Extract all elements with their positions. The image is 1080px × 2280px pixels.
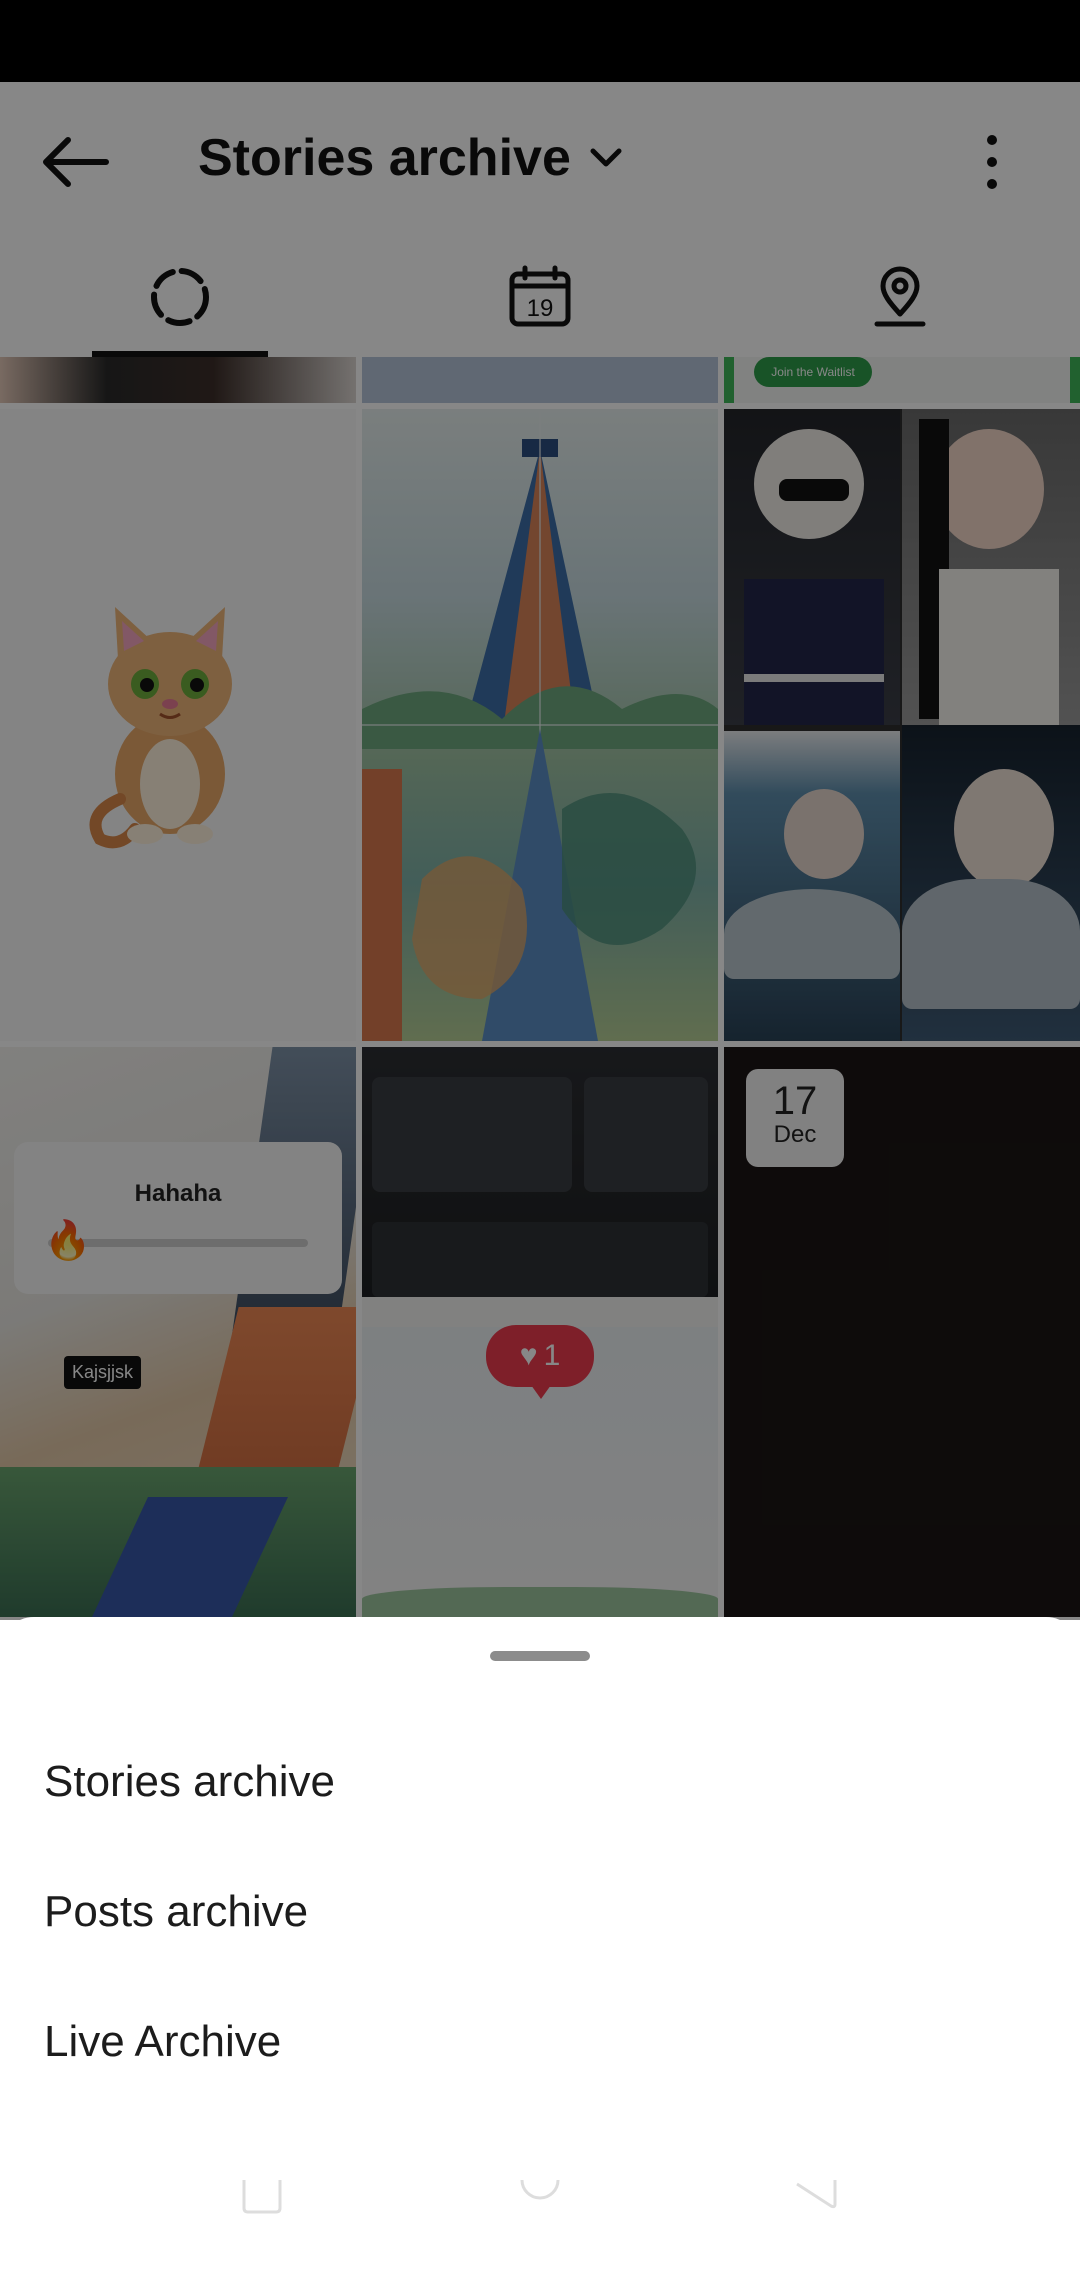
text-tag: Kajsjjsk [64,1356,142,1389]
option-stories-archive[interactable]: Stories archive [44,1757,335,1807]
system-nav-bar [0,2180,1080,2280]
waitlist-pill: Join the Waitlist [754,357,872,387]
story-thumbnail[interactable]: Join the Waitlist [724,357,1080,403]
page-title-dropdown[interactable]: Stories archive [198,128,623,188]
fire-emoji: 🔥 [44,1220,92,1262]
tab-calendar[interactable]: 19 [360,237,720,357]
tab-stories[interactable] [0,237,360,357]
story-thumbnail[interactable]: Hahaha 🔥 Kajsjjsk [0,1047,356,1617]
poll-question: Hahaha [134,1180,222,1207]
status-bar [0,0,1080,82]
story-thumbnail[interactable] [362,357,718,403]
page-title: Stories archive [198,129,571,187]
like-reaction-badge: ♥ 1 [486,1325,594,1399]
heart-icon: ♥ [519,1339,538,1372]
story-thumbnail[interactable]: 17 Dec [724,1047,1080,1617]
story-thumbnail[interactable]: ♥ 1 [362,1047,718,1617]
back-arrow-icon[interactable] [40,134,110,190]
story-thumbnail[interactable] [724,409,1080,1041]
archive-tabs: 19 [0,237,1080,357]
date-month: Dec [773,1121,817,1148]
cat-sticker-icon [89,607,232,849]
more-vertical-icon[interactable] [975,132,1009,192]
story-thumbnail[interactable] [362,409,718,1041]
back-nav-icon[interactable] [795,2180,839,2214]
drag-handle[interactable] [490,1651,590,1661]
calendar-day-text: 19 [527,295,554,322]
calendar-icon: 19 [509,265,571,327]
story-thumbnail[interactable] [0,409,356,1041]
poll-sticker: Hahaha [14,1142,342,1294]
tab-map[interactable] [720,237,1080,357]
home-icon[interactable] [518,2180,562,2214]
stories-grid: Join the Waitlist Hahaha 🔥 Kajsjjsk ♥ 1 … [0,357,1080,1617]
stories-ring-icon [151,268,209,326]
recents-icon[interactable] [240,2180,284,2214]
location-pin-icon [874,266,926,327]
option-live-archive[interactable]: Live Archive [44,2017,281,2067]
date-day: 17 [772,1079,818,1123]
chevron-down-icon [590,148,622,167]
illustration-image [362,409,718,1041]
option-posts-archive[interactable]: Posts archive [44,1887,308,1937]
date-badge: 17 Dec [746,1069,844,1167]
top-app-bar: Stories archive [0,82,1080,237]
story-thumbnail[interactable] [0,357,356,403]
like-count: 1 [543,1339,561,1372]
